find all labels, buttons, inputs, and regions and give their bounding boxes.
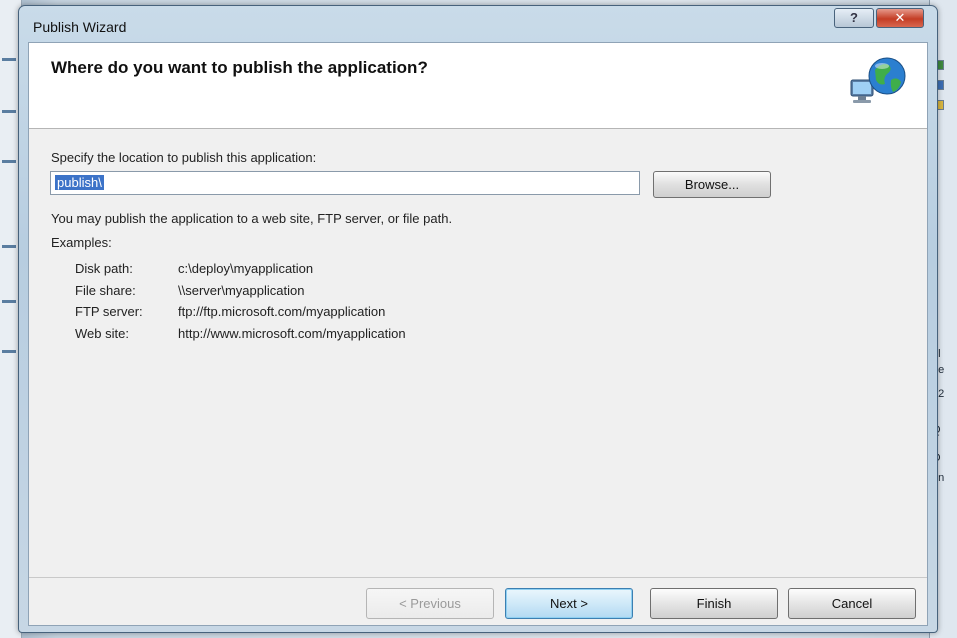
close-button[interactable]: ✕ — [876, 8, 924, 28]
publish-wizard-dialog: Publish Wizard ? ✕ Where do you want to … — [18, 5, 938, 633]
wizard-body: Where do you want to publish the applica… — [28, 42, 928, 626]
example-value: \\server\myapplication — [178, 283, 305, 298]
background-mark — [2, 300, 16, 303]
example-label: File share: — [75, 283, 136, 298]
next-button[interactable]: Next > — [505, 588, 633, 619]
browse-button[interactable]: Browse... — [653, 171, 771, 198]
help-button[interactable]: ? — [834, 8, 874, 28]
background-mark — [2, 350, 16, 353]
page-heading: Where do you want to publish the applica… — [51, 58, 428, 77]
example-value: http://www.microsoft.com/myapplication — [178, 326, 406, 341]
footer-divider — [29, 577, 927, 578]
window-title: Publish Wizard — [33, 19, 127, 35]
examples-heading: Examples: — [51, 235, 112, 250]
example-label: FTP server: — [75, 304, 143, 319]
globe-network-icon — [850, 57, 906, 103]
wizard-header: Where do you want to publish the applica… — [29, 43, 927, 129]
example-label: Disk path: — [75, 261, 133, 276]
example-label: Web site: — [75, 326, 129, 341]
example-value: c:\deploy\myapplication — [178, 261, 314, 276]
title-bar[interactable]: Publish Wizard ? ✕ — [19, 6, 937, 42]
background-mark — [2, 245, 16, 248]
background-mark — [2, 58, 16, 61]
desktop: pl pe 12 Q O en Publish Wizard ? ✕ Where… — [0, 0, 957, 638]
publish-location-value: publish\ — [55, 175, 104, 190]
previous-button[interactable]: < Previous — [366, 588, 494, 619]
background-mark — [2, 160, 16, 163]
location-prompt: Specify the location to publish this app… — [51, 150, 317, 165]
info-text: You may publish the application to a web… — [51, 211, 453, 226]
background-mark — [2, 110, 16, 113]
cancel-button[interactable]: Cancel — [788, 588, 916, 619]
finish-button[interactable]: Finish — [650, 588, 778, 619]
publish-location-input[interactable]: publish\ — [50, 171, 640, 195]
example-value: ftp://ftp.microsoft.com/myapplication — [178, 304, 386, 319]
